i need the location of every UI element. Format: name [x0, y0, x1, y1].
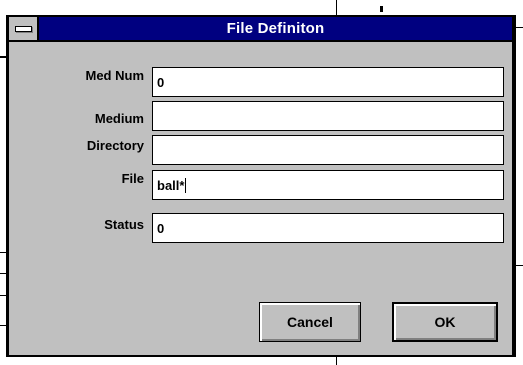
file-definition-dialog: File Definiton Med Num 0 Medium Director…: [6, 15, 516, 357]
dialog-title: File Definiton: [226, 20, 325, 37]
medium-label: Medium: [94, 111, 144, 126]
status-label: Status: [104, 217, 144, 232]
cancel-button[interactable]: Cancel: [259, 302, 361, 342]
status-field[interactable]: 0: [152, 213, 504, 243]
text-cursor: [185, 178, 187, 193]
file-field[interactable]: ball*: [152, 170, 504, 200]
system-menu-icon: [15, 26, 32, 32]
file-field-value: ball*: [157, 178, 185, 193]
med-num-label: Med Num: [85, 68, 145, 83]
background-line: [380, 6, 383, 12]
ok-button[interactable]: OK: [392, 302, 498, 342]
file-label: File: [121, 171, 144, 186]
medium-field[interactable]: [152, 101, 504, 131]
background-line: [516, 265, 523, 266]
background-line: [336, 357, 337, 365]
directory-field[interactable]: [152, 135, 504, 165]
title-bar[interactable]: File Definiton: [9, 17, 512, 42]
directory-label: Directory: [86, 138, 144, 153]
system-menu-button[interactable]: [9, 17, 39, 40]
background-line: [516, 27, 523, 28]
med-num-field[interactable]: 0: [152, 67, 504, 97]
background-line: [336, 0, 337, 15]
